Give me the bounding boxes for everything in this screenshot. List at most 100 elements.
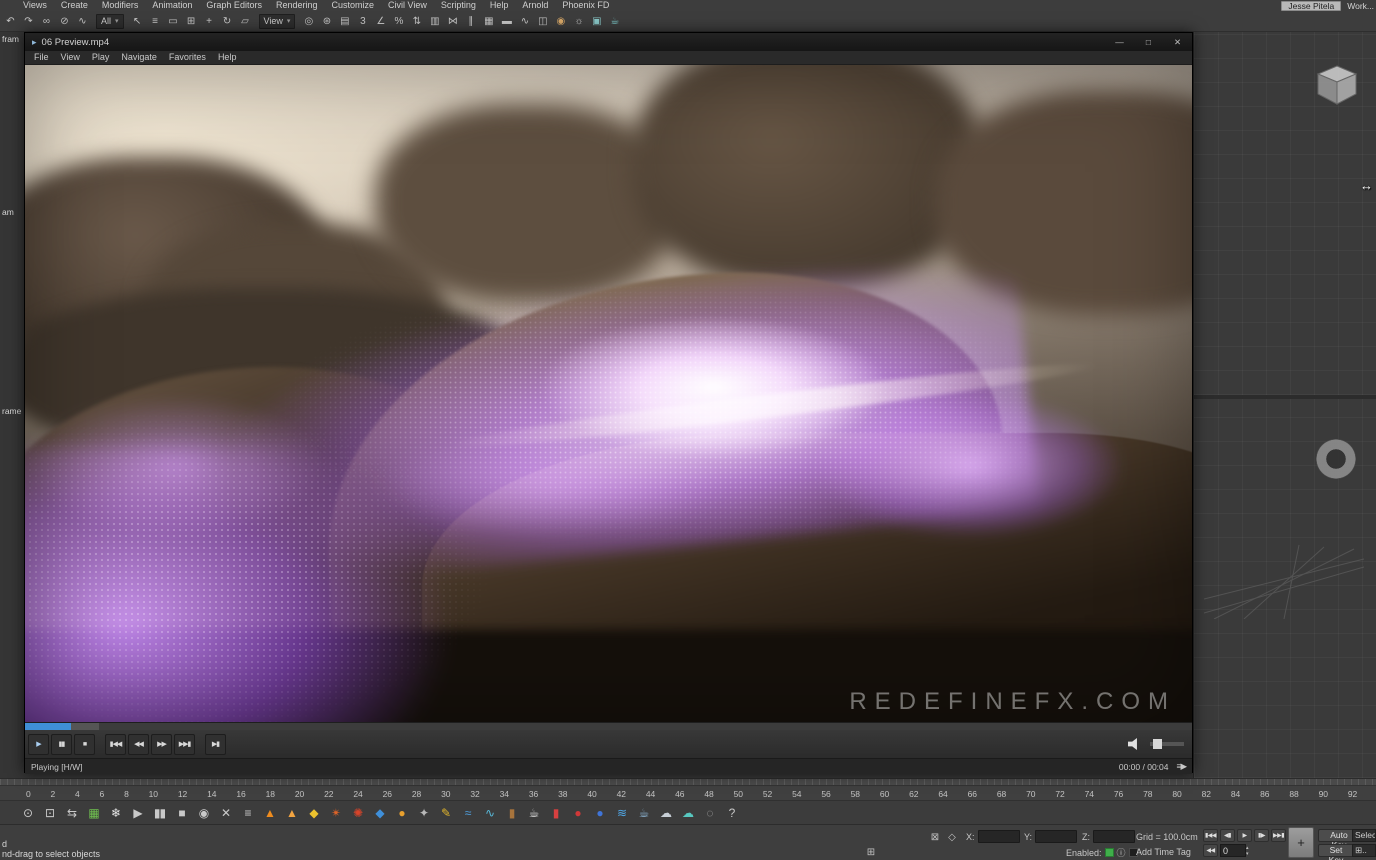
menu-item[interactable]: Rendering [269,0,325,11]
selection-set-dropdown[interactable]: Selected [1352,829,1376,842]
stop-icon[interactable]: ■ [172,803,191,822]
menu-item[interactable]: Views [16,0,54,11]
swap-arrows-icon[interactable]: ⇆ [62,803,81,822]
phoenix-barrel-icon[interactable]: ▮ [502,803,521,822]
phoenix-fire-icon[interactable]: ▲ [260,803,279,822]
player-menu-item[interactable]: Play [86,51,116,64]
menu-item[interactable]: Scripting [434,0,483,11]
close-button[interactable]: ✕ [1163,33,1192,51]
ribbon-icon[interactable]: ▬ [498,13,515,30]
menu-item[interactable]: Civil View [381,0,434,11]
go-to-end-button[interactable]: ▶▶▮ [1271,829,1286,842]
set-key-button[interactable]: Set Key [1318,844,1354,860]
phoenix-flame-preset-icon[interactable]: ▲ [282,803,301,822]
select-and-scale-icon[interactable]: ▱ [237,13,254,30]
frame-rate-icon[interactable]: ≡▶ [1177,761,1187,772]
rect-region-icon[interactable]: ▭ [165,13,182,30]
edit-named-sets-icon[interactable]: ▥ [426,13,443,30]
go-to-end-button[interactable]: ▶▶▮ [174,733,195,755]
go-to-start-button[interactable]: ▮◀◀ [1203,829,1218,842]
grid-array-icon[interactable]: ▦ [84,803,103,822]
right-viewport-strip[interactable] [1193,32,1376,778]
y-position-input[interactable] [1035,830,1078,843]
volume-icon[interactable] [1128,738,1137,750]
player-menu-item[interactable]: Navigate [115,51,163,64]
view-cube[interactable] [1310,60,1364,114]
select-and-move-icon[interactable]: + [201,13,218,30]
isolate-selection-icon[interactable]: ⊙ [18,803,37,822]
spinner-down-icon[interactable]: ▾ [1246,851,1249,857]
material-editor-icon[interactable]: ◉ [552,13,569,30]
select-by-name-icon[interactable]: ≡ [147,13,164,30]
phoenix-circle-blue-icon[interactable]: ● [590,803,609,822]
select-and-manipulate-icon[interactable]: ⊛ [318,13,335,30]
player-menu-item[interactable]: Favorites [163,51,212,64]
player-menu-item[interactable]: File [28,51,55,64]
video-canvas[interactable]: REDEFINEFX.COM [25,65,1192,722]
volume-slider[interactable] [1150,739,1184,749]
align-icon[interactable]: ∥ [462,13,479,30]
redo-icon[interactable]: ↷ [20,13,37,30]
steering-wheel-icon[interactable] [1316,439,1356,479]
grid-display-icon[interactable]: ⊞ [864,845,878,859]
player-menu-item[interactable]: Help [212,51,243,64]
keyboard-override-icon[interactable]: ▤ [336,13,353,30]
rendered-frame-icon[interactable]: ▣ [588,13,605,30]
maximize-button[interactable]: □ [1134,33,1163,51]
seek-bar[interactable] [25,722,1192,730]
phoenix-explosion-icon[interactable]: ✺ [348,803,367,822]
phoenix-coffee-icon[interactable]: ☕ [524,803,543,822]
pause-icon[interactable]: ▮▮ [150,803,169,822]
phoenix-wrench-icon[interactable]: ✎ [436,803,455,822]
pause-button[interactable]: ▮▮ [51,733,72,755]
bind-to-spacewarp-icon[interactable]: ∿ [74,13,91,30]
record-icon[interactable]: ◉ [194,803,213,822]
next-frame-button[interactable]: ▮▶ [1254,829,1269,842]
selection-lock-icon[interactable]: ⊠ [928,830,942,844]
menu-item[interactable]: Modifiers [95,0,146,11]
phoenix-cloud-icon[interactable]: ☁ [656,803,675,822]
info-icon[interactable]: ⓘ [1117,846,1126,859]
phoenix-gear-flame-icon[interactable]: ✦ [414,803,433,822]
x-position-input[interactable] [977,830,1020,843]
phoenix-ocean-icon[interactable]: ≈ [458,803,477,822]
play-animation-button[interactable]: ▶ [1237,829,1252,842]
phoenix-candle-icon[interactable]: ◆ [304,803,323,822]
workspace-user-button[interactable]: Jesse Pitela [1281,0,1342,11]
snowflake-icon[interactable]: ❄ [106,803,125,822]
play-icon[interactable]: ▶ [128,803,147,822]
z-position-input[interactable] [1093,830,1135,843]
phoenix-fireball-icon[interactable]: ✴ [326,803,345,822]
menu-item[interactable]: Create [54,0,95,11]
delete-icon[interactable]: ✕ [216,803,235,822]
menu-item[interactable]: Customize [324,0,381,11]
previous-frame-button[interactable]: ◀▮ [1220,829,1235,842]
coord-system-dropdown[interactable]: View ▾ [258,13,296,29]
viewport-bottom[interactable] [1194,399,1376,778]
stop-button[interactable]: ■ [74,733,95,755]
menu-item[interactable]: Graph Editors [199,0,269,11]
enabled-indicator[interactable] [1104,848,1114,857]
schematic-view-icon[interactable]: ◫ [534,13,551,30]
spinner-snap-icon[interactable]: ⇅ [408,13,425,30]
phoenix-drop-icon[interactable]: ● [392,803,411,822]
rewind-button[interactable]: ◀◀ [128,733,149,755]
phoenix-circle-red-icon[interactable]: ● [568,803,587,822]
phoenix-ketchup-icon[interactable]: ▮ [546,803,565,822]
phoenix-liquid-icon[interactable]: ◆ [370,803,389,822]
menu-item[interactable]: Animation [145,0,199,11]
angle-snap-icon[interactable]: ∠ [372,13,389,30]
render-setup-icon[interactable]: ☼ [570,13,587,30]
unlink-icon[interactable]: ⊘ [56,13,73,30]
snap-toggle-3d-icon[interactable]: 3 [354,13,371,30]
render-production-icon[interactable]: ☕ [606,13,623,30]
select-and-rotate-icon[interactable]: ↻ [219,13,236,30]
select-object-icon[interactable]: ↖ [129,13,146,30]
add-time-tag[interactable]: Add Time Tag [1136,847,1191,857]
percent-snap-icon[interactable]: % [390,13,407,30]
minimize-button[interactable]: — [1105,33,1134,51]
display-panel-icon[interactable]: ⊡ [40,803,59,822]
go-to-start-button[interactable]: ▮◀◀ [105,733,126,755]
phoenix-wave-icon[interactable]: ∿ [480,803,499,822]
menu-item[interactable]: Help [483,0,516,11]
